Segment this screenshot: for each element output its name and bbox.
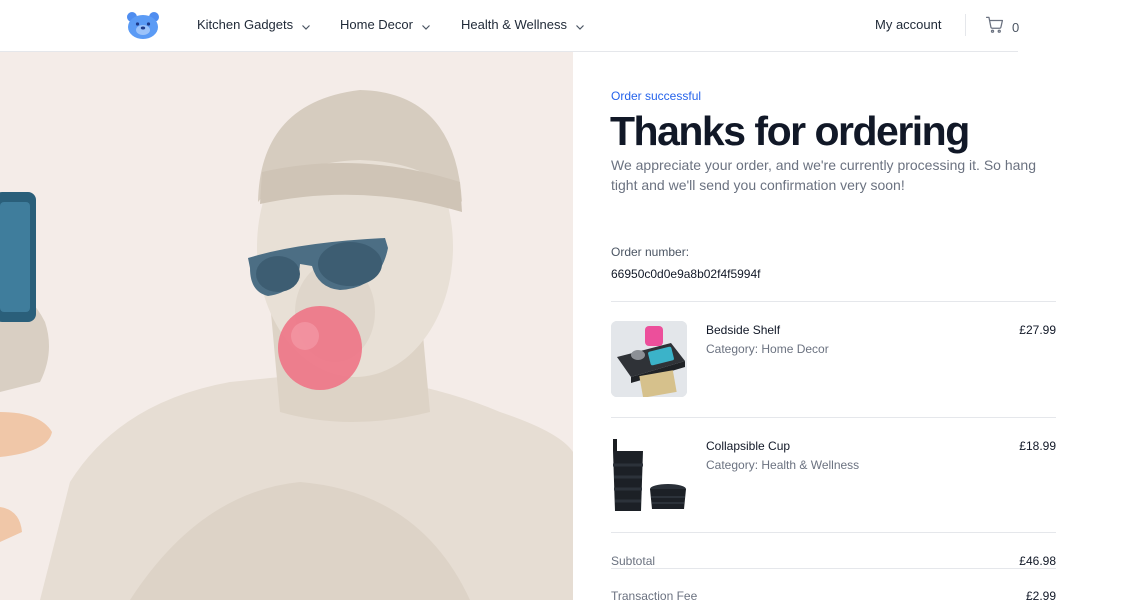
divider <box>611 301 1056 302</box>
subtotal-label: Subtotal <box>611 554 656 568</box>
item-category: Category: Home Decor <box>706 342 829 356</box>
order-message: We appreciate your order, and we're curr… <box>611 157 1036 193</box>
subtotal-value: £46.98 <box>1019 554 1056 568</box>
site-header: Kitchen Gadgets Home Decor Health & Well… <box>0 0 1145 52</box>
header-divider <box>965 14 966 36</box>
order-number-label: Order number: <box>611 245 690 259</box>
hero-statue-image <box>0 52 573 600</box>
nav-label: Kitchen Gadgets <box>197 17 294 32</box>
shopping-cart-icon <box>985 15 1004 39</box>
item-price: £18.99 <box>1019 439 1056 453</box>
nav-label: Home Decor <box>340 17 413 32</box>
nav-kitchen-gadgets[interactable]: Kitchen Gadgets <box>197 17 311 32</box>
collapsible-cup-image <box>611 437 687 513</box>
page-title: Thanks for ordering <box>610 108 970 154</box>
divider <box>611 417 1056 418</box>
order-number-value: 66950c0d0e9a8b02f4f5994f <box>611 267 761 281</box>
divider <box>611 568 1056 569</box>
cart-button[interactable]: 0 <box>985 15 1019 39</box>
divider <box>611 532 1056 533</box>
order-status-label: Order successful <box>611 89 702 103</box>
bedside-shelf-image <box>611 321 687 397</box>
chevron-down-icon <box>301 20 311 30</box>
item-category: Category: Health & Wellness <box>706 458 860 472</box>
chevron-down-icon <box>421 20 431 30</box>
transaction-fee-value: £2.99 <box>1025 589 1056 600</box>
my-account-link[interactable]: My account <box>875 17 941 32</box>
bear-logo-icon[interactable] <box>126 11 160 40</box>
nav-home-decor[interactable]: Home Decor <box>340 17 431 32</box>
item-name: Bedside Shelf <box>706 323 781 337</box>
nav-health-wellness[interactable]: Health & Wellness <box>461 17 585 32</box>
item-name: Collapsible Cup <box>706 439 791 453</box>
transaction-fee-label: Transaction Fee <box>611 589 698 600</box>
chevron-down-icon <box>575 20 585 30</box>
nav-label: Health & Wellness <box>461 17 567 32</box>
cart-count: 0 <box>1012 19 1020 35</box>
item-price: £27.99 <box>1019 323 1056 337</box>
